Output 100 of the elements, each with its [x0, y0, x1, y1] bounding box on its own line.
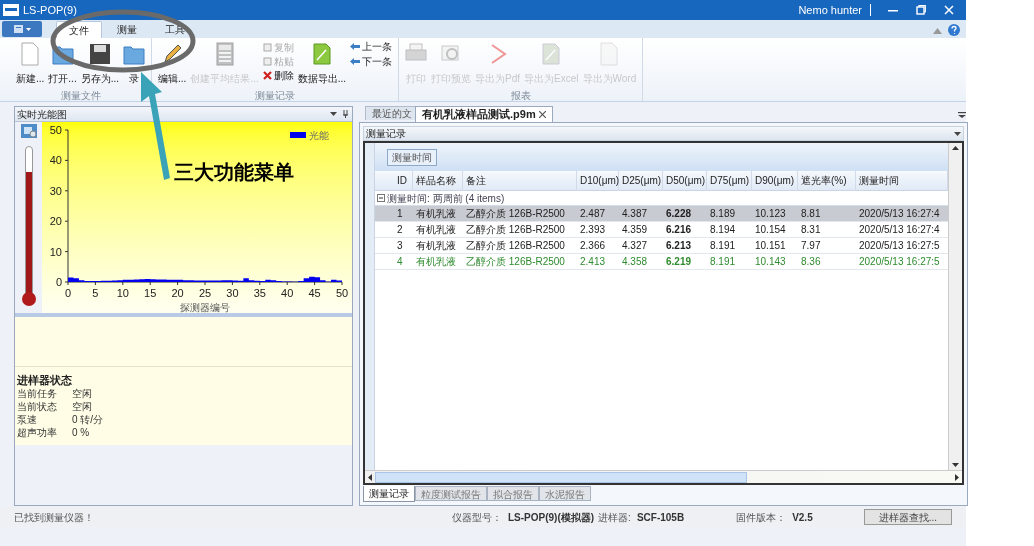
table-cell-text: 10.154 — [754, 222, 787, 237]
axis-tick-label: 35 — [253, 287, 266, 299]
dropdown-icon[interactable] — [954, 131, 961, 136]
help-icon[interactable] — [948, 24, 960, 36]
column-header[interactable]: 样品名称 — [413, 170, 463, 191]
app-menu-button[interactable] — [2, 21, 42, 37]
table-cell-text: 2.366 — [579, 238, 607, 253]
table-cell-text: 有机乳液 — [415, 254, 457, 269]
table-row[interactable]: 4 有机乳液 乙醇介质 126B-R2500 2.413 4.358 6.219 8.191 10.143 8.36 2020/5/13 16:27:5 — [375, 254, 948, 270]
column-header[interactable]: D25(μm) — [619, 170, 663, 191]
small-ribbon-button[interactable]: 删除 — [262, 68, 294, 82]
find-sampler-button[interactable]: 进样器查找... — [863, 509, 952, 525]
scroll-down-icon[interactable] — [952, 463, 959, 467]
sheet-tab[interactable]: 测量记录 — [363, 486, 415, 502]
axis-tick-label: 15 — [144, 287, 157, 299]
ribbon-button[interactable]: 另存为... — [78, 38, 122, 88]
table-row[interactable]: 3 有机乳液 乙醇介质 126B-R2500 2.366 4.327 6.213 8.191 10.151 7.97 2020/5/13 16:27:5 — [375, 238, 948, 254]
table-cell-text: 8.36 — [800, 254, 822, 269]
scroll-right-icon[interactable] — [955, 473, 959, 481]
column-header[interactable]: D90(μm) — [752, 170, 798, 191]
section-title: 进样器状态 — [17, 373, 73, 387]
ribbon-button[interactable]: 数据导出... — [295, 38, 349, 88]
table-cell-text: 8.31 — [800, 222, 822, 237]
camera-icon[interactable] — [20, 124, 37, 138]
ribbon-button[interactable]: 录 — [121, 38, 148, 88]
caret-icon — [26, 27, 31, 31]
group-row-label: 测量时间: 两周前 (4 items) — [387, 191, 505, 206]
table-cell-text: 4.387 — [621, 206, 649, 221]
axis-tick-label: 10 — [116, 287, 129, 299]
table-cell-text: 2020/5/13 16:27:4 — [858, 206, 941, 221]
panel-title: 实时光能图 — [17, 107, 67, 122]
calculator-icon — [213, 42, 236, 66]
legend-swatch — [290, 132, 306, 138]
ribbon-tab[interactable]: 测量 — [104, 21, 150, 38]
column-header[interactable]: ID — [385, 170, 413, 191]
table-cell-text: 8.194 — [709, 222, 737, 237]
sheet-tab[interactable]: 拟合报告 — [487, 486, 539, 501]
collapse-icon[interactable] — [377, 194, 385, 202]
axis-tick-label: 30 — [226, 287, 239, 299]
table-cell-text: 4 — [396, 254, 404, 269]
axis-title: 探测器编号 — [180, 302, 230, 313]
pin-icon[interactable] — [343, 110, 348, 118]
axis-tick-label: 50 — [49, 124, 62, 136]
column-header[interactable]: D75(μm) — [707, 170, 752, 191]
table-cell-text: 7.97 — [800, 238, 822, 253]
table-cell-text: 4.358 — [621, 254, 649, 269]
axis-tick-label: 40 — [281, 287, 294, 299]
document-tab[interactable]: 最近的文 — [365, 106, 417, 120]
column-header[interactable]: 遮光率(%) — [798, 170, 856, 191]
status-value: SCF-105B — [636, 510, 685, 525]
scroll-left-icon[interactable] — [368, 473, 372, 481]
field-label: 超声功率 — [17, 426, 58, 439]
thermometer-bulb — [21, 292, 36, 306]
axis-tick-label: 5 — [92, 287, 99, 299]
status-value: V2.5 — [792, 510, 813, 525]
table-cell-text: 6.228 — [665, 206, 693, 221]
annotation-label: 三大功能菜单 — [174, 160, 294, 184]
axis-tick-label: 25 — [198, 287, 212, 299]
axis-tick-label: 10 — [49, 245, 62, 258]
table-row[interactable]: 2 有机乳液 乙醇介质 126B-R2500 2.393 4.359 6.216 8.194 10.154 8.31 2020/5/13 16:27:4 — [375, 222, 948, 238]
small-ribbon-button[interactable]: 下一条 — [350, 55, 393, 68]
document-icon — [19, 42, 42, 66]
table-cell-text: 6.216 — [665, 222, 693, 237]
column-header[interactable]: 备注 — [463, 170, 577, 191]
maximize-icon[interactable] — [916, 5, 926, 15]
column-header[interactable]: D10(μm) — [577, 170, 619, 191]
ribbon-button[interactable]: 编辑... — [156, 38, 189, 88]
sheet-tab[interactable]: 水泥报告 — [539, 486, 591, 501]
document-tab[interactable]: 有机乳液样品测试.p9m — [415, 106, 553, 122]
field-value: 0 % — [72, 426, 90, 439]
vertical-scrollbar[interactable] — [948, 143, 962, 470]
document-icon — [598, 42, 621, 66]
status-label: 进样器: — [598, 510, 631, 525]
sheet-tab[interactable]: 粒度测试报告 — [415, 486, 487, 501]
table-cell-text: 2.393 — [579, 222, 607, 237]
ribbon-button[interactable]: 新建... — [14, 38, 47, 88]
spreadsheet-icon — [310, 42, 333, 66]
status-label: 固件版本： — [736, 510, 787, 525]
ribbon-button[interactable]: 打开... — [46, 38, 79, 88]
table-cell-text: 2020/5/13 16:27:4 — [858, 222, 941, 237]
scroll-up-icon[interactable] — [952, 146, 959, 150]
table-cell-text: 3 — [396, 238, 404, 253]
table-cell-text: 乙醇介质 126B-R2500 — [465, 222, 566, 237]
axis-tick-label: 30 — [49, 184, 62, 197]
column-header[interactable]: D50(μm) — [663, 170, 707, 191]
table-row[interactable]: 1 有机乳液 乙醇介质 126B-R2500 2.487 4.387 6.228 8.189 10.123 8.81 2020/5/13 16:27:4 — [375, 206, 948, 222]
table-cell-text: 10.123 — [754, 206, 787, 221]
dropdown-icon[interactable] — [330, 112, 337, 116]
horizontal-scrollbar[interactable] — [365, 470, 962, 483]
document-icon — [13, 24, 24, 34]
small-ribbon-button[interactable]: 上一条 — [350, 40, 393, 53]
scroll-thumb[interactable] — [375, 471, 747, 483]
table-cell-text: 2.413 — [579, 254, 607, 269]
close-icon[interactable] — [538, 111, 546, 118]
group-label: 报表 — [509, 90, 532, 101]
menu-icon[interactable] — [958, 112, 966, 118]
group-by-chip[interactable]: 测量时间 — [387, 148, 437, 166]
app-logo-icon — [3, 4, 19, 16]
table-cell-text: 10.151 — [754, 238, 787, 253]
table-cell-text: 2020/5/13 16:27:5 — [858, 254, 941, 269]
